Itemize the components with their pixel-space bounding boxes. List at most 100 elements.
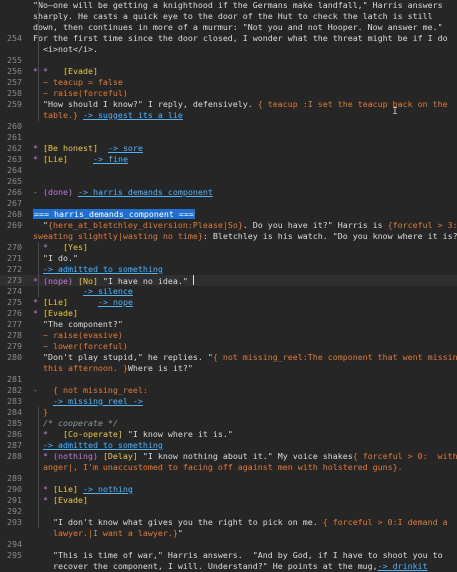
code-text: * [Yes] (33, 242, 88, 253)
line-number: 286 (7, 429, 22, 439)
code-text: /* cooperate */ (33, 418, 118, 429)
code-line[interactable]: 259 "How should I know?" I reply, defens… (0, 99, 457, 110)
code-line[interactable]: 275 * [Lie] -> nope (0, 297, 457, 308)
code-token: * (nope) (33, 276, 78, 286)
code-line[interactable]: 279 ~ lower(forceful) (0, 341, 457, 352)
script-editor[interactable]: "No—one will be getting a knighthood if … (0, 0, 457, 571)
code-line[interactable]: 256 * * [Evade] (0, 66, 457, 77)
code-line[interactable]: 263 * [Lie] -> fine (0, 154, 457, 165)
code-token: sharply. He casts a quick eye to the doo… (33, 11, 433, 21)
code-line[interactable]: table.} -> suggest its a lie (0, 110, 457, 121)
code-line[interactable]: 264 (0, 165, 457, 176)
divert-link[interactable]: -> admitted to something (43, 440, 163, 450)
code-line[interactable]: 265 (0, 176, 457, 187)
code-line[interactable]: 289 (0, 473, 457, 484)
divert-link[interactable]: -> drinkit (378, 561, 428, 571)
divert-link[interactable]: -> suggest its a lie (83, 110, 183, 120)
divert-link[interactable]: -> nothing (83, 484, 133, 494)
code-line[interactable]: recover the component, I will. Understan… (0, 561, 457, 572)
code-line[interactable]: 286 * [Co-operate] "I know where it is." (0, 429, 457, 440)
code-line[interactable]: this afternoon. }Where is it?" (0, 363, 457, 374)
divert-link[interactable]: -> nope (98, 297, 133, 307)
code-token: [Delay] (102, 451, 138, 461)
code-line[interactable]: 271 "I do." (0, 253, 457, 264)
code-line[interactable]: 284 } (0, 407, 457, 418)
line-number: 285 (7, 418, 22, 428)
code-line[interactable]: 257 ~ teacup = false (0, 77, 457, 88)
code-line[interactable]: 276 * [Evade] (0, 308, 457, 319)
indent-guide (38, 242, 39, 297)
line-number: 254 (7, 33, 22, 43)
line-number: 274 (7, 286, 22, 296)
code-line[interactable]: lawyer.|I want a lawyer.}" (0, 528, 457, 539)
code-line[interactable]: anger|, I'm unaccustomed to facing off a… (0, 462, 457, 473)
line-number: 294 (7, 539, 22, 549)
line-number: 273 (7, 275, 22, 285)
divert-link[interactable]: -> fine (93, 154, 128, 164)
code-line[interactable]: 269 "{here_at_bletchley_diversion:Please… (0, 220, 457, 231)
code-line[interactable]: 258 ~ raise(forceful) (0, 88, 457, 99)
code-token: { forceful > 0: with (352, 451, 457, 461)
code-line[interactable]: 277 "The component?" (0, 319, 457, 330)
divert-link[interactable]: -> silence (83, 286, 133, 296)
code-token: "How should I know?" I reply, defensivel… (33, 99, 258, 109)
code-token: [Evade] (62, 66, 98, 76)
code-line[interactable]: 281 (0, 374, 457, 385)
code-token: { teacup :I set the teacup back on the (257, 99, 448, 109)
code-line[interactable]: 254 For the first time since the door clo… (0, 33, 457, 44)
line-number: 272 (7, 264, 22, 274)
code-line[interactable]: "No—one will be getting a knighthood if … (0, 0, 457, 11)
code-token: table.} (33, 110, 83, 120)
code-line[interactable]: 274 -> silence (0, 286, 457, 297)
code-text: * [Lie] -> nope (33, 297, 133, 308)
code-line[interactable]: 270 * [Yes] (0, 242, 457, 253)
code-token: <i>not</i>. (33, 44, 98, 54)
code-text: -> admitted to something (33, 264, 163, 275)
code-token: " (33, 220, 48, 230)
code-line[interactable]: 273 * (nope) [No] "I have no idea." (0, 275, 457, 286)
divert-link[interactable]: -> missing reel -> (53, 396, 143, 406)
code-line[interactable]: 291 * [Evade] (0, 495, 457, 506)
code-line[interactable]: sharply. He casts a quick eye to the doo… (0, 11, 457, 22)
code-line[interactable]: 282 - { not missing_reel: (0, 385, 457, 396)
code-line[interactable]: 290 * [Lie] -> nothing (0, 484, 457, 495)
code-line[interactable]: 255 (0, 55, 457, 66)
code-line[interactable]: 283 -> missing reel -> (0, 396, 457, 407)
code-line[interactable]: 272 -> admitted to something (0, 264, 457, 275)
divert-link[interactable]: -> harris demands component (78, 187, 213, 197)
code-token: "The component?" (33, 319, 123, 329)
code-line[interactable]: 266 - (done) -> harris demands component (0, 187, 457, 198)
code-line[interactable]: 280 "Don't play stupid," he replies. "{ … (0, 352, 457, 363)
line-number: 277 (7, 319, 22, 329)
code-token: { forceful > 0:I demand a (322, 517, 448, 527)
code-token: " (177, 528, 183, 538)
code-line[interactable]: 287 -> admitted to something (0, 440, 457, 451)
code-line[interactable]: 267 (0, 198, 457, 209)
code-token: ~ raise(evasive) (33, 330, 123, 340)
code-line[interactable]: sweating slightly|wasting no time}: Blet… (0, 231, 457, 242)
code-token: - (done) (33, 187, 78, 197)
code-line[interactable]: 293 "I don't know what gives you the rig… (0, 517, 457, 528)
code-token: * (33, 308, 43, 318)
code-line[interactable]: 294 (0, 539, 457, 550)
divert-link[interactable]: -> sore (108, 143, 143, 153)
code-token: { not missing_reel: (52, 385, 148, 395)
code-line[interactable]: 292 (0, 506, 457, 517)
code-line[interactable]: down, then continues in more of a murmur… (0, 22, 457, 33)
code-line[interactable]: 261 (0, 132, 457, 143)
line-number: 295 (7, 550, 22, 560)
code-text: } (33, 407, 48, 418)
code-text: * (nothing) [Delay] "I know nothing abou… (33, 451, 457, 462)
code-token: } (33, 407, 48, 417)
divert-link[interactable]: -> admitted to something (43, 264, 163, 274)
code-line[interactable]: 278 ~ raise(evasive) (0, 330, 457, 341)
code-token: * (33, 297, 43, 307)
code-line[interactable]: 268 === harris_demands_component === (0, 209, 457, 220)
code-line[interactable]: 262 * [Be honest] -> sore (0, 143, 457, 154)
code-line[interactable]: 295 "This is time of war," Harris answer… (0, 550, 457, 561)
code-line[interactable]: 260 (0, 121, 457, 132)
code-line[interactable]: 285 /* cooperate */ (0, 418, 457, 429)
code-line[interactable]: <i>not</i>. (0, 44, 457, 55)
code-line[interactable]: 288 * (nothing) [Delay] "I know nothing … (0, 451, 457, 462)
